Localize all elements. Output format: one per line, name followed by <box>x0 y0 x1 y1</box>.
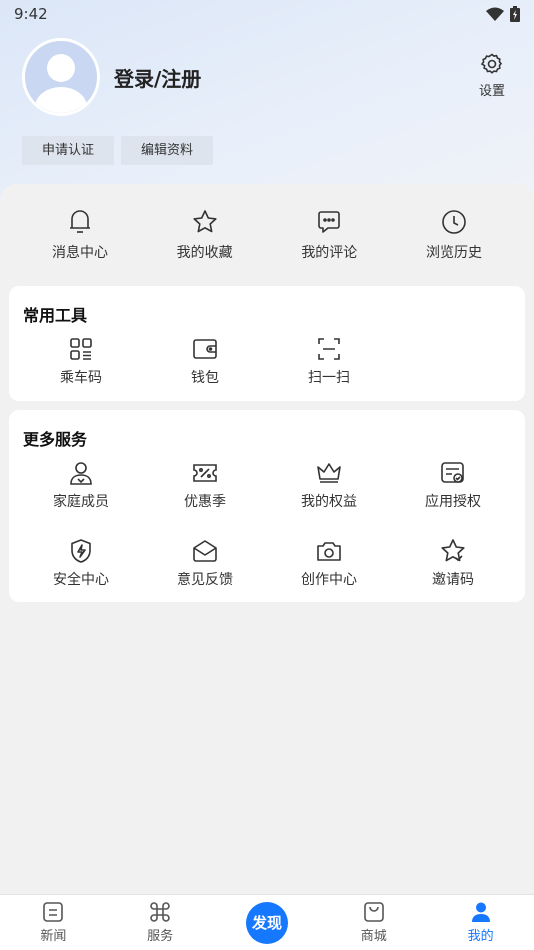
tab-news[interactable]: 新闻 <box>3 901 103 944</box>
settings-label: 设置 <box>478 84 505 99</box>
quick-links: 消息中心 我的收藏 我的评论 浏览历史 <box>18 208 516 262</box>
family-members-item[interactable]: 家庭成员 <box>19 460 143 511</box>
status-bar: 9:42 <box>0 0 534 28</box>
discover-button[interactable]: 发现 <box>245 901 288 944</box>
crown-icon <box>317 463 341 483</box>
favorites-label: 我的收藏 <box>176 245 233 261</box>
history-item[interactable]: 浏览历史 <box>392 208 516 262</box>
more-services-row-2: 安全中心 意见反馈 创作中心 邀请码 <box>19 538 515 589</box>
tab-mine[interactable]: 我的 <box>431 901 531 944</box>
favorites-item[interactable]: 我的收藏 <box>143 208 267 262</box>
common-tools-title: 常用工具 <box>23 306 88 325</box>
gear-icon <box>480 53 503 74</box>
shopping-bag-icon <box>363 902 384 922</box>
tab-services-label: 服务 <box>147 929 174 944</box>
creation-center-item[interactable]: 创作中心 <box>267 538 391 589</box>
avatar[interactable] <box>22 38 100 116</box>
clock-icon <box>442 210 466 234</box>
camera-icon <box>317 542 341 561</box>
scan-item[interactable]: 扫一扫 <box>267 336 391 387</box>
scan-icon <box>318 338 340 360</box>
login-register-link[interactable]: 登录/注册 <box>114 63 201 92</box>
user-icon <box>471 902 490 922</box>
security-center-item[interactable]: 安全中心 <box>19 538 143 589</box>
scan-label: 扫一扫 <box>308 370 350 386</box>
tab-mall-label: 商城 <box>360 929 387 944</box>
feedback-item[interactable]: 意见反馈 <box>143 538 267 589</box>
more-services-row-1: 家庭成员 优惠季 我的权益 应用授权 <box>19 460 515 511</box>
invite-code-label: 邀请码 <box>432 572 474 588</box>
message-center-item[interactable]: 消息中心 <box>18 208 142 262</box>
status-time: 9:42 <box>14 5 48 23</box>
coupon-icon <box>193 464 217 482</box>
battery-icon <box>510 6 520 22</box>
comments-label: 我的评论 <box>301 245 358 261</box>
status-icons <box>486 6 520 22</box>
comments-item[interactable]: 我的评论 <box>267 208 391 262</box>
profile-area[interactable]: 登录/注册 <box>22 38 201 116</box>
wifi-icon <box>486 7 504 21</box>
feedback-label: 意见反馈 <box>177 572 233 588</box>
family-members-label: 家庭成员 <box>53 494 109 510</box>
discount-season-label: 优惠季 <box>184 494 226 510</box>
bottom-navigation: 新闻 服务 发现 商城 我的 <box>0 894 534 950</box>
tab-discover[interactable]: 发现 <box>217 901 317 944</box>
main-panel: 消息中心 我的收藏 我的评论 浏览历史 常用工具 乘车码 钱包 扫一扫 更多服务… <box>0 184 534 894</box>
wallet-label: 钱包 <box>191 370 219 386</box>
creation-center-label: 创作中心 <box>301 572 357 588</box>
security-center-label: 安全中心 <box>53 572 109 588</box>
comment-icon <box>318 211 341 233</box>
tab-mine-label: 我的 <box>467 929 494 944</box>
command-icon <box>150 902 170 922</box>
my-benefits-item[interactable]: 我的权益 <box>267 460 391 511</box>
qr-code-icon <box>70 338 92 360</box>
news-icon <box>43 902 64 922</box>
shield-icon <box>71 539 91 563</box>
envelope-icon <box>193 540 217 562</box>
invite-code-item[interactable]: 邀请码 <box>391 538 515 589</box>
wallet-icon <box>193 339 217 359</box>
app-authorization-item[interactable]: 应用授权 <box>391 460 515 511</box>
ride-code-label: 乘车码 <box>60 370 102 386</box>
my-benefits-label: 我的权益 <box>301 494 357 510</box>
profile-actions: 申请认证 编辑资料 <box>22 136 214 165</box>
bell-icon <box>70 210 90 233</box>
edit-profile-button[interactable]: 编辑资料 <box>121 136 214 165</box>
tab-news-label: 新闻 <box>40 929 67 944</box>
settings-button[interactable]: 设置 <box>472 52 512 99</box>
star-icon <box>193 210 217 233</box>
more-services-card: 更多服务 家庭成员 优惠季 我的权益 应用授权 安全中心 意见反馈 创作中心 邀… <box>9 410 525 602</box>
wallet-item[interactable]: 钱包 <box>143 336 267 387</box>
star-outline-icon <box>441 539 465 562</box>
app-authorization-label: 应用授权 <box>425 494 481 510</box>
more-services-title: 更多服务 <box>23 430 88 449</box>
discount-season-item[interactable]: 优惠季 <box>143 460 267 511</box>
ride-code-item[interactable]: 乘车码 <box>19 336 143 387</box>
apply-certification-button[interactable]: 申请认证 <box>22 136 115 165</box>
message-center-label: 消息中心 <box>52 245 108 261</box>
family-icon <box>70 462 92 485</box>
common-tools-grid: 乘车码 钱包 扫一扫 <box>19 336 515 387</box>
tab-mall[interactable]: 商城 <box>324 901 424 944</box>
authorization-icon <box>441 462 464 483</box>
history-label: 浏览历史 <box>425 245 482 261</box>
tab-services[interactable]: 服务 <box>110 901 210 944</box>
common-tools-card: 常用工具 乘车码 钱包 扫一扫 <box>9 286 525 401</box>
